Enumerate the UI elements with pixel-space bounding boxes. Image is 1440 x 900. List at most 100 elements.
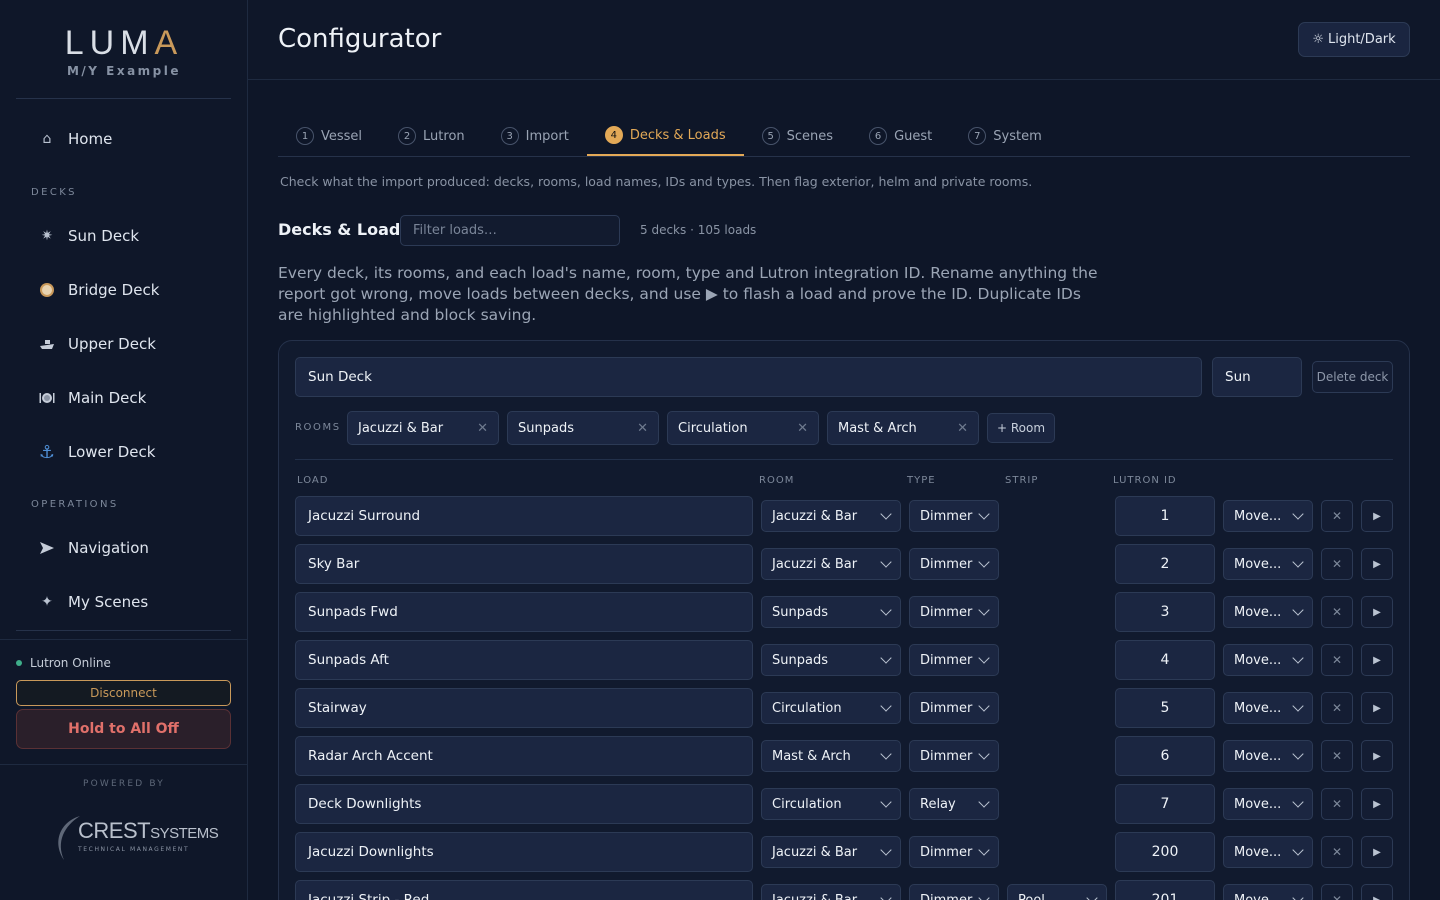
type-select[interactable]: Relay xyxy=(909,788,999,820)
tab-vessel[interactable]: 1 Vessel xyxy=(278,116,380,156)
move-select[interactable]: Move... xyxy=(1223,740,1313,772)
lutron-id-input[interactable]: 2 xyxy=(1115,544,1215,584)
flash-load-button[interactable]: ▶ xyxy=(1361,740,1393,772)
lutron-id-input[interactable]: 200 xyxy=(1115,832,1215,872)
remove-room-icon[interactable]: ✕ xyxy=(637,421,648,436)
move-select[interactable]: Move... xyxy=(1223,596,1313,628)
tab-system[interactable]: 7 System xyxy=(950,116,1059,156)
load-name-input[interactable]: Deck Downlights xyxy=(295,784,753,824)
load-name-input[interactable]: Jacuzzi Downlights xyxy=(295,832,753,872)
tab-lutron[interactable]: 2 Lutron xyxy=(380,116,483,156)
delete-load-button[interactable]: ✕ xyxy=(1321,644,1353,676)
room-select[interactable]: Jacuzzi & Bar xyxy=(761,548,901,580)
flash-load-button[interactable]: ▶ xyxy=(1361,644,1393,676)
delete-load-button[interactable]: ✕ xyxy=(1321,548,1353,580)
room-select[interactable]: Circulation xyxy=(761,692,901,724)
lutron-id-input[interactable]: 201 xyxy=(1115,880,1215,900)
flash-load-button[interactable]: ▶ xyxy=(1361,692,1393,724)
lutron-id-input[interactable]: 1 xyxy=(1115,496,1215,536)
disconnect-button[interactable]: Disconnect xyxy=(16,680,231,706)
room-chip[interactable]: Circulation ✕ xyxy=(667,411,819,445)
flash-load-button[interactable]: ▶ xyxy=(1361,596,1393,628)
type-select[interactable]: Dimmer xyxy=(909,740,999,772)
room-select[interactable]: Sunpads xyxy=(761,644,901,676)
delete-load-button[interactable]: ✕ xyxy=(1321,884,1353,900)
sidebar-item-upper-deck[interactable]: Upper Deck xyxy=(16,324,231,364)
move-select[interactable]: Move... xyxy=(1223,644,1313,676)
sidebar-item-my-scenes[interactable]: ✦ My Scenes xyxy=(16,582,231,622)
load-name-input[interactable]: Sunpads Aft xyxy=(295,640,753,680)
move-select[interactable]: Move... xyxy=(1223,500,1313,532)
load-name-input[interactable]: Sky Bar xyxy=(295,544,753,584)
strip-select[interactable]: Pool xyxy=(1007,884,1107,900)
tab-import[interactable]: 3 Import xyxy=(483,116,587,156)
tab-decks-loads[interactable]: 4 Decks & Loads xyxy=(586,116,744,156)
room-select[interactable]: Sunpads xyxy=(761,596,901,628)
flash-load-button[interactable]: ▶ xyxy=(1361,884,1393,900)
type-select[interactable]: Dimmer xyxy=(909,548,999,580)
room-select-value: Jacuzzi & Bar xyxy=(772,892,858,900)
delete-load-button[interactable]: ✕ xyxy=(1321,836,1353,868)
remove-room-icon[interactable]: ✕ xyxy=(477,421,488,436)
sidebar: LUMA M/Y Example ⌂ Home DECKS ✷ Sun Deck… xyxy=(0,0,248,900)
type-select[interactable]: Dimmer xyxy=(909,692,999,724)
sidebar-item-bridge-deck[interactable]: Bridge Deck xyxy=(16,270,231,310)
room-chip[interactable]: Jacuzzi & Bar ✕ xyxy=(347,411,499,445)
move-select[interactable]: Move... xyxy=(1223,548,1313,580)
lutron-id-input[interactable]: 3 xyxy=(1115,592,1215,632)
move-select[interactable]: Move... xyxy=(1223,788,1313,820)
lutron-id-input[interactable]: 6 xyxy=(1115,736,1215,776)
lutron-id-input[interactable]: 5 xyxy=(1115,688,1215,728)
filter-loads-input[interactable] xyxy=(400,215,620,246)
remove-room-icon[interactable]: ✕ xyxy=(957,421,968,436)
flash-load-button[interactable]: ▶ xyxy=(1361,548,1393,580)
flash-load-button[interactable]: ▶ xyxy=(1361,788,1393,820)
load-name-input[interactable]: Sunpads Fwd xyxy=(295,592,753,632)
room-chip[interactable]: Mast & Arch ✕ xyxy=(827,411,979,445)
flash-load-button[interactable]: ▶ xyxy=(1361,500,1393,532)
type-select[interactable]: Dimmer xyxy=(909,500,999,532)
chevron-down-icon xyxy=(978,796,990,808)
type-select[interactable]: Dimmer xyxy=(909,644,999,676)
load-name-input[interactable]: Radar Arch Accent xyxy=(295,736,753,776)
type-select[interactable]: Dimmer xyxy=(909,596,999,628)
sidebar-item-main-deck[interactable]: Main Deck xyxy=(16,378,231,418)
delete-load-button[interactable]: ✕ xyxy=(1321,740,1353,772)
tab-guest[interactable]: 6 Guest xyxy=(851,116,950,156)
theme-toggle-button[interactable]: ☼ Light/Dark xyxy=(1298,22,1410,57)
load-name-input[interactable]: Stairway xyxy=(295,688,753,728)
deck-name-input[interactable]: Sun Deck xyxy=(295,357,1202,397)
delete-deck-button[interactable]: Delete deck xyxy=(1312,361,1393,393)
play-icon: ▶ xyxy=(1373,846,1381,858)
load-name-input[interactable]: Jacuzzi Strip - Red xyxy=(295,880,753,900)
sidebar-item-lower-deck[interactable]: ⚓ Lower Deck xyxy=(16,432,231,472)
delete-load-button[interactable]: ✕ xyxy=(1321,788,1353,820)
move-select[interactable]: Move... xyxy=(1223,836,1313,868)
lutron-id-input[interactable]: 4 xyxy=(1115,640,1215,680)
room-select[interactable]: Mast & Arch xyxy=(761,740,901,772)
sidebar-item-sun-deck[interactable]: ✷ Sun Deck xyxy=(16,216,231,256)
flash-load-button[interactable]: ▶ xyxy=(1361,836,1393,868)
deck-short-name-input[interactable]: Sun xyxy=(1212,357,1302,397)
move-select[interactable]: Move... xyxy=(1223,884,1313,900)
room-select[interactable]: Jacuzzi & Bar xyxy=(761,884,901,900)
room-select[interactable]: Circulation xyxy=(761,788,901,820)
delete-load-button[interactable]: ✕ xyxy=(1321,596,1353,628)
sidebar-item-home[interactable]: ⌂ Home xyxy=(16,119,231,159)
lutron-id-input[interactable]: 7 xyxy=(1115,784,1215,824)
room-chip[interactable]: Sunpads ✕ xyxy=(507,411,659,445)
load-name-input[interactable]: Jacuzzi Surround xyxy=(295,496,753,536)
tab-scenes[interactable]: 5 Scenes xyxy=(744,116,851,156)
sidebar-item-navigation[interactable]: Navigation xyxy=(16,528,231,568)
add-room-button[interactable]: + Room xyxy=(987,413,1055,443)
type-select[interactable]: Dimmer xyxy=(909,836,999,868)
type-select[interactable]: Dimmer xyxy=(909,884,999,900)
delete-load-button[interactable]: ✕ xyxy=(1321,500,1353,532)
room-select[interactable]: Jacuzzi & Bar xyxy=(761,500,901,532)
delete-load-button[interactable]: ✕ xyxy=(1321,692,1353,724)
hold-all-off-button[interactable]: Hold to All Off xyxy=(16,709,231,749)
sidebar-item-label: Upper Deck xyxy=(68,335,156,353)
move-select[interactable]: Move... xyxy=(1223,692,1313,724)
room-select[interactable]: Jacuzzi & Bar xyxy=(761,836,901,868)
remove-room-icon[interactable]: ✕ xyxy=(797,421,808,436)
